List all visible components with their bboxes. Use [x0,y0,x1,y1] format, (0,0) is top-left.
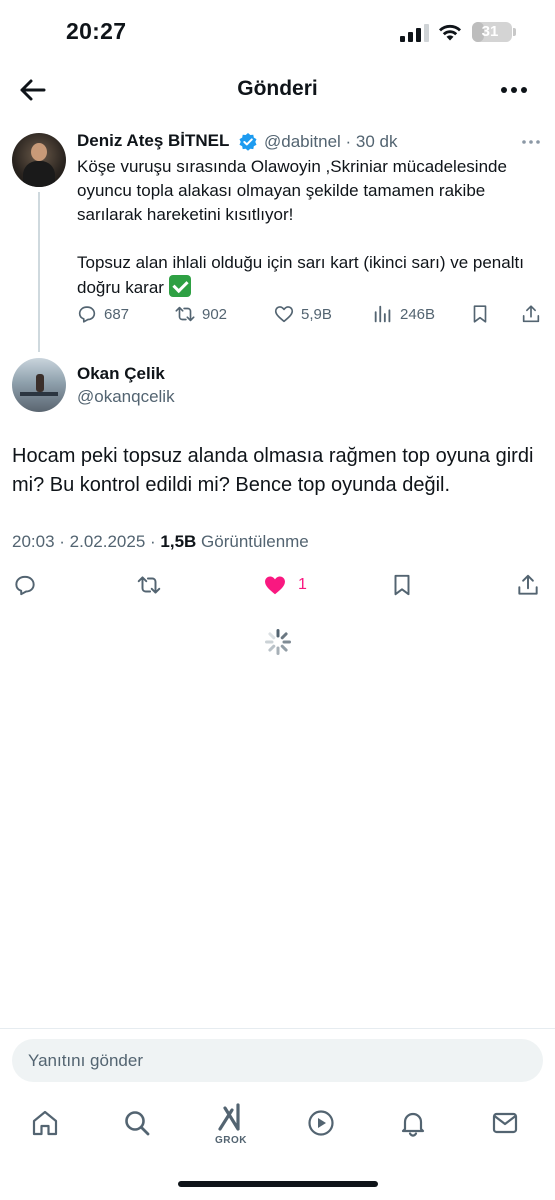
play-icon [308,1110,334,1136]
tab-video[interactable] [306,1108,342,1144]
tweet-actions: 1 [0,571,555,599]
status-time: 20:27 [66,18,127,44]
mail-icon [492,1112,518,1134]
cellular-signal-icon [400,24,429,42]
views-count: 246B [400,305,436,323]
retweet-count: 902 [202,305,228,323]
status-bar: 20:27 31 [0,0,555,64]
avatar-head [31,143,47,161]
tab-search[interactable] [122,1108,158,1144]
retweet-icon [137,576,161,594]
reply-icon [15,575,35,596]
divider [0,1028,555,1029]
tab-grok[interactable] [214,1102,250,1138]
retweet-icon [175,306,195,322]
heart-icon [274,306,294,323]
reply-placeholder: Yanıtını gönder [28,1051,143,1070]
thread-line [38,192,40,352]
reply-icon [78,306,96,323]
battery-percent: 31 [481,23,499,40]
battery-icon: 31 [472,22,512,42]
battery-nub [513,28,516,36]
bookmark-icon [473,305,487,323]
tab-bar [0,1100,555,1160]
avatar[interactable] [12,358,66,412]
author-name[interactable]: Deniz Ateş BİTNEL [77,131,229,151]
avatar-body [23,161,55,187]
check-mark-emoji-icon [168,275,191,297]
bookmark-icon [394,574,410,596]
views-button[interactable]: 246B [372,300,435,328]
share-button[interactable] [515,571,541,599]
like-count: 1 [298,576,307,593]
home-icon [32,1110,58,1136]
tweet-meta: 20:03 · 2.02.2025 · 1,5B Görüntülenme [12,532,309,552]
tab-notifications[interactable] [398,1108,434,1144]
view-count: 1,5B [160,532,197,551]
bell-icon [401,1112,425,1137]
author-name[interactable]: Okan Çelik [77,364,165,384]
avatar[interactable] [12,133,66,187]
loading-spinner-icon [265,629,291,655]
reply-button[interactable]: 687 [76,300,129,328]
like-count: 5,9B [301,305,332,323]
reply-button[interactable] [12,571,38,599]
page-title: Gönderi [237,77,318,100]
home-indicator [178,1181,378,1187]
retweet-button[interactable]: 902 [174,300,227,328]
more-horizontal-icon[interactable] [494,74,534,106]
bookmark-button[interactable] [469,300,491,328]
share-icon [518,574,538,595]
tweet-text-body: Köşe vuruşu sırasında Olawoyin ,Skriniar… [77,157,524,297]
reply-input[interactable]: Yanıtını gönder [12,1039,543,1082]
tweet-text: Hocam peki topsuz alanda olmasıa rağmen … [12,445,534,496]
author-handle[interactable]: @okanqcelik [77,387,175,407]
tweet-actions: 687 902 5,9B 246B [0,300,555,328]
share-button[interactable] [520,300,542,328]
more-options-icon[interactable] [520,136,542,148]
heart-filled-icon [265,576,285,595]
like-button[interactable]: 5,9B [273,300,332,328]
retweet-button[interactable] [136,571,162,599]
author-handle-time[interactable]: @dabitnel · 30 dk [264,132,398,152]
view-label: Görüntülenme [196,532,309,551]
share-icon [522,305,540,323]
grok-icon [218,1103,240,1131]
header: Gönderi [0,64,555,116]
reply-count: 687 [104,305,130,323]
tab-home[interactable] [30,1108,66,1144]
search-icon [125,1111,150,1136]
avatar-figure [36,374,44,392]
bookmark-button[interactable] [389,571,415,599]
analytics-icon [374,305,391,323]
tweet-text: Köşe vuruşu sırasında Olawoyin ,Skriniar… [77,155,547,300]
tab-messages[interactable] [490,1108,526,1144]
avatar-detail [20,392,58,396]
like-button[interactable]: 1 [262,571,307,599]
grok-label: GROK [215,1135,247,1146]
tweet-timestamp[interactable]: 20:03 · 2.02.2025 · [12,532,160,551]
verified-badge-icon [239,133,257,151]
wifi-icon [439,24,461,41]
